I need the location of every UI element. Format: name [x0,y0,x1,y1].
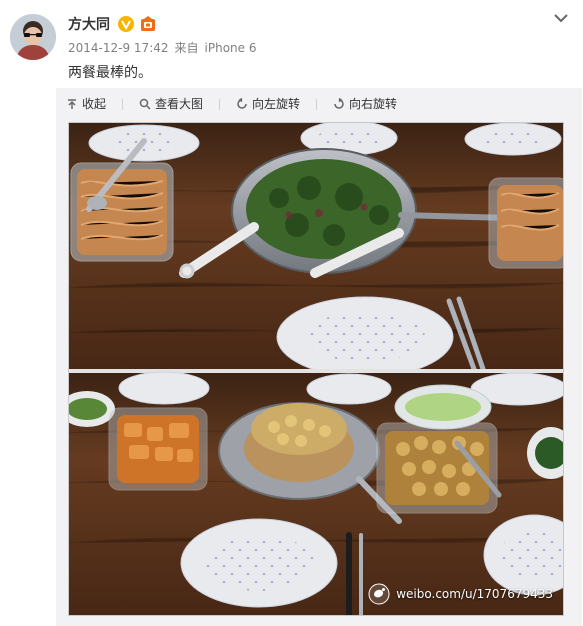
collapse-button[interactable]: 收起 [66,96,106,112]
post-text: 两餐最棒的。 [68,65,152,81]
toolbar-divider [122,98,124,110]
rotate-right-button[interactable]: 向右旋转 [333,96,397,112]
toolbar-divider [316,98,318,110]
toolbar-divider [219,98,221,110]
media-expanded-panel: 收起 查看大图 向左旋转 向右旋转 weibo.com/u/1707679433 [56,88,582,626]
rotate-right-icon [334,98,344,109]
collapse-label: 收起 [82,97,107,111]
user-name[interactable]: 方大同 [68,16,110,34]
rotate-left-button[interactable]: 向左旋转 [236,96,300,112]
collapse-icon [68,99,76,109]
chevron-down-icon[interactable] [553,12,569,24]
post-device[interactable]: iPhone 6 [205,40,257,56]
avatar[interactable] [10,14,56,60]
watermark-text: weibo.com/u/1707679433 [396,587,553,601]
weibo-post-card: 方大同 2014-12-9 17:42 来自 iPhone 6 两餐最棒的。 收… [0,0,583,626]
weibo-logo-icon [368,583,390,605]
verified-v-icon[interactable] [118,16,134,32]
magnifier-icon [139,98,151,110]
rotate-left-label: 向左旋转 [252,97,301,111]
post-source-prefix: 来自 [174,41,199,55]
image-watermark: weibo.com/u/1707679433 [368,583,553,605]
dinner-table-photo [69,123,563,615]
post-timestamp[interactable]: 2014-12-9 17:42 [68,40,169,56]
media-toolbar: 收起 查看大图 向左旋转 向右旋转 [66,96,397,112]
user-badges [118,16,156,32]
vip-badge-icon[interactable] [140,16,156,32]
post-meta: 2014-12-9 17:42 来自 iPhone 6 [68,40,256,56]
rotate-right-label: 向右旋转 [349,97,398,111]
view-large-button[interactable]: 查看大图 [139,96,203,112]
rotate-left-icon [237,98,247,109]
post-photo[interactable]: weibo.com/u/1707679433 [68,122,564,616]
avatar-image [10,14,56,60]
view-large-label: 查看大图 [155,97,204,111]
